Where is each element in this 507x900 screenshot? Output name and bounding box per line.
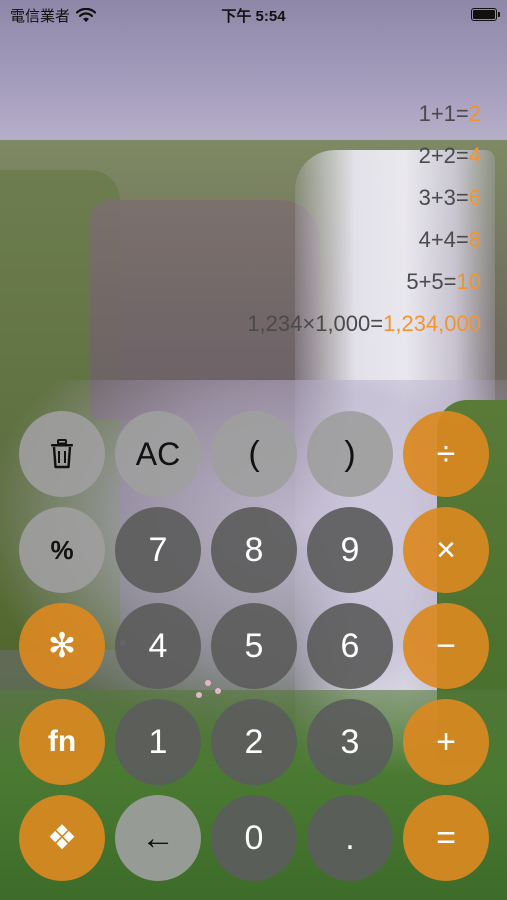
trash-icon xyxy=(51,439,73,469)
digit-3-button[interactable]: 3 xyxy=(307,699,393,785)
delete-history-button[interactable] xyxy=(19,411,105,497)
plus-button[interactable]: + xyxy=(403,699,489,785)
decimal-point-button[interactable]: . xyxy=(307,795,393,881)
history-expression: 3+3= xyxy=(418,185,469,210)
digit-0-button[interactable]: 0 xyxy=(211,795,297,881)
history-line[interactable]: 1+1=2 xyxy=(247,97,481,139)
calculation-history: 1+1=2 2+2=4 3+3=6 4+4=8 5+5=10 1,234×1,0… xyxy=(247,97,481,349)
history-result: 2 xyxy=(468,101,481,126)
asterisk-function-button[interactable]: ✻ xyxy=(19,603,105,689)
digit-1-button[interactable]: 1 xyxy=(115,699,201,785)
digit-4-button[interactable]: 4 xyxy=(115,603,201,689)
history-line[interactable]: 4+4=8 xyxy=(247,223,481,265)
digit-8-button[interactable]: 8 xyxy=(211,507,297,593)
history-expression: 5+5= xyxy=(406,269,457,294)
percent-button[interactable]: % xyxy=(19,507,105,593)
digit-2-button[interactable]: 2 xyxy=(211,699,297,785)
history-line[interactable]: 5+5=10 xyxy=(247,265,481,307)
status-bar: 電信業者 下午 5:54 xyxy=(0,0,507,30)
digit-9-button[interactable]: 9 xyxy=(307,507,393,593)
digit-7-button[interactable]: 7 xyxy=(115,507,201,593)
minus-button[interactable]: − xyxy=(403,603,489,689)
history-expression: 1+1= xyxy=(418,101,469,126)
history-line[interactable]: 2+2=4 xyxy=(247,139,481,181)
equals-button[interactable]: = xyxy=(403,795,489,881)
history-line[interactable]: 3+3=6 xyxy=(247,181,481,223)
history-result: 1,234,000 xyxy=(383,311,481,336)
backspace-button[interactable]: ← xyxy=(115,795,201,881)
digit-5-button[interactable]: 5 xyxy=(211,603,297,689)
digit-6-button[interactable]: 6 xyxy=(307,603,393,689)
history-result: 6 xyxy=(468,185,481,210)
history-result: 8 xyxy=(468,227,481,252)
clock: 下午 5:54 xyxy=(221,8,286,25)
multiply-button[interactable]: × xyxy=(403,507,489,593)
history-expression: 4+4= xyxy=(418,227,469,252)
history-line[interactable]: 1,234×1,000=1,234,000 xyxy=(247,307,481,349)
battery-icon xyxy=(471,8,500,21)
diamond-menu-button[interactable]: ❖ xyxy=(19,795,105,881)
history-expression: 2+2= xyxy=(418,143,469,168)
open-parenthesis-button[interactable]: ( xyxy=(211,411,297,497)
history-expression: 1,234×1,000= xyxy=(247,311,384,336)
close-parenthesis-button[interactable]: ) xyxy=(307,411,393,497)
history-result: 4 xyxy=(468,143,481,168)
fn-button[interactable]: fn xyxy=(19,699,105,785)
all-clear-button[interactable]: AC xyxy=(115,411,201,497)
divide-button[interactable]: ÷ xyxy=(403,411,489,497)
history-result: 10 xyxy=(456,269,481,294)
